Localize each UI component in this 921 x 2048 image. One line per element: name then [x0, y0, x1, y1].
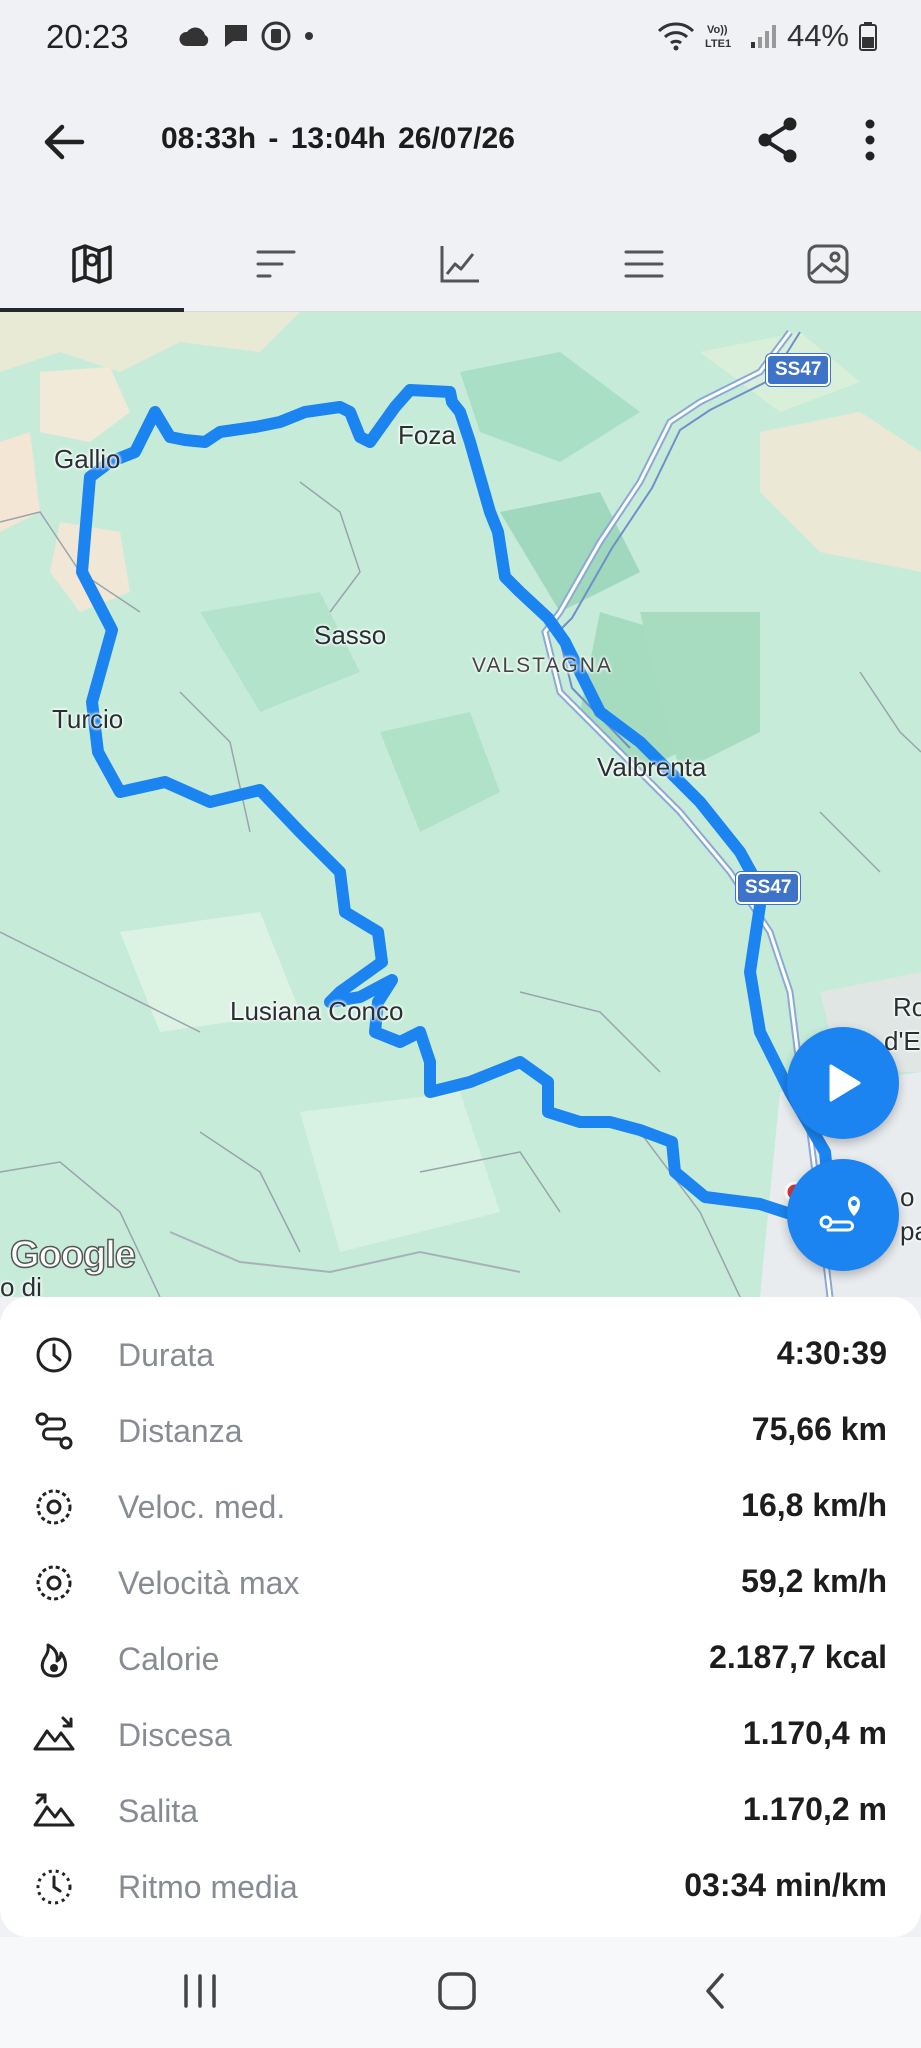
tab-map[interactable] [0, 216, 184, 314]
stat-row-descent: Discesa 1.170,4 m [0, 1697, 921, 1773]
battery-icon [859, 22, 877, 51]
sort-lines-icon [256, 250, 296, 278]
stat-row-duration: Durata 4:30:39 [0, 1317, 921, 1393]
map-label-ro: Ro [893, 992, 921, 1022]
map-icon [72, 244, 112, 284]
signal-icon [750, 25, 776, 48]
stat-value: 75,66 km [751, 1411, 887, 1447]
flame-icon [32, 1637, 76, 1681]
pace-icon [32, 1865, 76, 1909]
image-icon [807, 244, 849, 284]
home-button[interactable] [412, 1961, 502, 2021]
tab-stats[interactable] [184, 216, 368, 312]
status-right: Vo)) LTE1 44% [657, 18, 877, 54]
back-button[interactable] [34, 112, 94, 172]
app-bar: 08:33h - 13:04h 26/07/26 [0, 96, 921, 186]
stat-value: 4:30:39 [776, 1335, 887, 1371]
play-button[interactable] [787, 1027, 899, 1139]
status-bar: 20:23 Vo)) LTE1 44% [0, 0, 921, 76]
status-time: 20:23 [46, 18, 129, 55]
map-label-sasso: Sasso [314, 620, 387, 650]
dot-icon [305, 32, 313, 40]
back-icon [706, 1973, 724, 2009]
stat-value: 1.170,2 m [742, 1791, 887, 1827]
play-icon [829, 1064, 861, 1102]
stat-label: Distanza [118, 1413, 243, 1449]
google-logo: Google [9, 1233, 136, 1277]
recent-apps-icon [184, 1974, 216, 2008]
clock-icon [32, 1333, 76, 1377]
road-badge-ss47: SS47 [766, 354, 831, 386]
line-chart-icon [440, 246, 479, 283]
screen: 20:23 Vo)) LTE1 44% 08:33h - 13:04h 26/07… [0, 0, 921, 2048]
stat-row-max-speed: Velocità max 59,2 km/h [0, 1545, 921, 1621]
descent-icon [32, 1713, 76, 1757]
stat-value: 2.187,7 kcal [709, 1639, 887, 1675]
recent-apps-button[interactable] [155, 1961, 245, 2021]
ascent-icon [32, 1789, 76, 1833]
lte-icon: Vo)) LTE1 [705, 24, 731, 50]
tab-bar [0, 216, 921, 314]
stat-label: Salita [118, 1793, 199, 1829]
wifi-icon [657, 22, 695, 51]
back-arrow-icon [44, 124, 85, 160]
tab-list[interactable] [552, 216, 736, 312]
message-icon [225, 25, 247, 47]
route-icon [32, 1409, 76, 1453]
map-label-o: o [900, 1182, 915, 1212]
map-label-pa: pa [900, 1216, 921, 1246]
speedometer-max-icon [32, 1561, 76, 1605]
stat-label: Veloc. med. [118, 1489, 286, 1525]
menu-icon [624, 250, 664, 278]
stats-card: Durata 4:30:39 Distanza 75,66 km Veloc. … [0, 1297, 921, 1937]
more-vert-icon [865, 119, 875, 161]
stat-row-avg-speed: Veloc. med. 16,8 km/h [0, 1469, 921, 1545]
map-label-foza: Foza [398, 420, 456, 450]
system-nav-bar [0, 1937, 921, 2048]
map-label-turcio: Turcio [52, 704, 124, 734]
stat-value: 03:34 min/km [684, 1867, 887, 1903]
route-pin-icon [819, 1196, 860, 1232]
stat-label: Ritmo media [118, 1869, 298, 1905]
speedometer-icon [32, 1485, 76, 1529]
stat-row-distance: Distanza 75,66 km [0, 1393, 921, 1469]
stat-label: Velocità max [118, 1565, 300, 1601]
cloud-icon [179, 27, 209, 46]
stat-row-calories: Calorie 2.187,7 kcal [0, 1621, 921, 1697]
share-icon [758, 117, 797, 163]
nav-back-button[interactable] [670, 1961, 760, 2021]
home-icon [438, 1972, 476, 2010]
map-label-valstagna: VALSTAGNA [472, 654, 613, 677]
stat-label: Calorie [118, 1641, 220, 1677]
stat-value: 59,2 km/h [741, 1563, 887, 1599]
stat-row-pace: Ritmo media 03:34 min/km [0, 1849, 921, 1925]
stat-value: 16,8 km/h [741, 1487, 887, 1523]
stat-label: Discesa [118, 1717, 232, 1753]
notification-icons [178, 20, 316, 52]
road-badge-ss47: SS47 [736, 872, 801, 904]
share-button[interactable] [748, 110, 808, 170]
route-map[interactable]: Gallio Foza Sasso VALSTAGNA Turcio Valbr… [0, 312, 921, 1297]
tab-chart[interactable] [368, 216, 552, 312]
more-options-button[interactable] [848, 110, 892, 170]
tab-photos[interactable] [736, 216, 920, 312]
stat-value: 1.170,4 m [742, 1715, 887, 1751]
sim-icon [261, 21, 291, 51]
map-label-lusiana: Lusiana Conco [230, 996, 404, 1026]
svg-text:LTE1: LTE1 [705, 38, 731, 50]
stat-row-ascent: Salita 1.170,2 m [0, 1773, 921, 1849]
svg-text:Vo)): Vo)) [707, 24, 728, 36]
battery-percent: 44% [786, 18, 849, 53]
map-label-valbrenta: Valbrenta [597, 752, 707, 782]
activity-time-range: 08:33h - 13:04h 26/07/26 [161, 122, 515, 155]
route-track [76, 384, 836, 1223]
route-button[interactable] [787, 1159, 899, 1271]
map-label-gallio: Gallio [54, 444, 121, 474]
stat-label: Durata [118, 1337, 215, 1373]
